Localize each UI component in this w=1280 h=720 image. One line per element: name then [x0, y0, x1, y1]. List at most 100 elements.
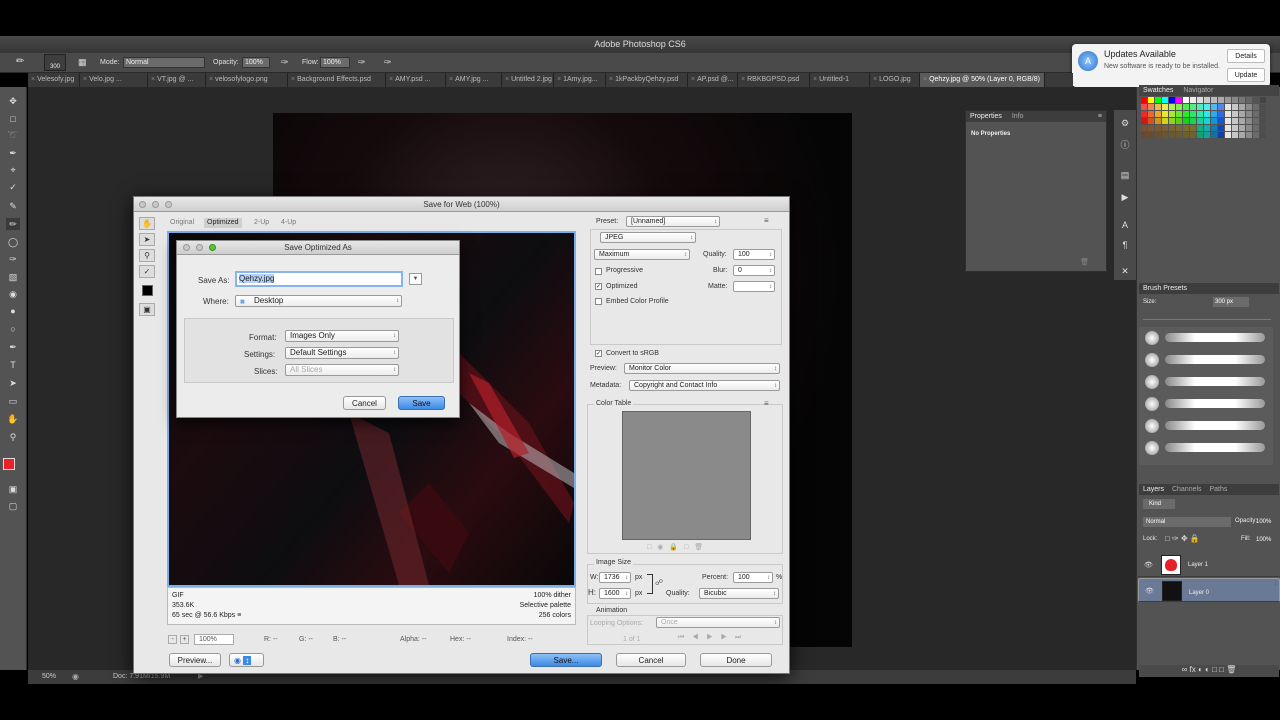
- mode-select[interactable]: Normal: [123, 57, 205, 68]
- color-table[interactable]: [622, 411, 751, 540]
- color-swatch[interactable]: [1218, 125, 1224, 131]
- color-swatch[interactable]: [1253, 118, 1259, 124]
- color-swatch[interactable]: [1169, 118, 1175, 124]
- color-swatch[interactable]: [1176, 97, 1182, 103]
- brush-tool-icon-active[interactable]: ✏: [6, 218, 20, 230]
- flow-input[interactable]: 100%: [320, 57, 350, 68]
- document-tab[interactable]: × Untitled 2.jpg: [502, 73, 554, 87]
- quick-mask-icon[interactable]: ▣: [6, 483, 20, 495]
- color-swatch[interactable]: [1211, 104, 1217, 110]
- color-swatch[interactable]: [1260, 104, 1266, 110]
- expand-dialog-chevron-icon[interactable]: ▼: [409, 273, 422, 285]
- embed-profile-checkbox[interactable]: [595, 298, 602, 305]
- color-swatch[interactable]: [1232, 118, 1238, 124]
- color-swatch[interactable]: [1190, 125, 1196, 131]
- color-swatch[interactable]: [1218, 97, 1224, 103]
- color-swatch[interactable]: [1176, 125, 1182, 131]
- quality-input[interactable]: 100: [733, 249, 775, 260]
- color-swatch[interactable]: [1246, 132, 1252, 138]
- color-swatch[interactable]: [1162, 132, 1168, 138]
- status-icon[interactable]: ◉: [72, 672, 79, 681]
- color-swatch[interactable]: [1169, 132, 1175, 138]
- link-icon[interactable]: ☍: [655, 578, 663, 587]
- brush-size-input[interactable]: 300 px: [1213, 297, 1249, 307]
- document-tab[interactable]: × Background Effects.psd: [288, 73, 386, 87]
- update-button[interactable]: Update: [1227, 68, 1265, 82]
- color-swatch[interactable]: [1232, 132, 1238, 138]
- brush-preset-item[interactable]: [1139, 349, 1273, 371]
- zoom-tool-icon[interactable]: ⚲: [6, 431, 20, 443]
- layer-row[interactable]: 👁 Layer 1: [1138, 553, 1280, 577]
- color-swatch[interactable]: [1204, 111, 1210, 117]
- hand-tool-icon[interactable]: ✋: [6, 413, 20, 425]
- color-swatch[interactable]: [1176, 104, 1182, 110]
- details-button[interactable]: Details: [1227, 49, 1265, 63]
- close-tab-icon[interactable]: ×: [151, 76, 155, 83]
- document-tab[interactable]: × Velesofy.jpg: [28, 73, 80, 87]
- color-swatch[interactable]: [1176, 132, 1182, 138]
- color-swatch[interactable]: [1204, 104, 1210, 110]
- optimized-checkbox[interactable]: ✓: [595, 283, 602, 290]
- color-swatch[interactable]: [1204, 97, 1210, 103]
- visibility-eye-icon[interactable]: 👁: [1145, 587, 1154, 597]
- color-swatch[interactable]: [1211, 111, 1217, 117]
- history-brush-tool-icon[interactable]: ✑: [6, 253, 20, 265]
- color-swatch[interactable]: [1253, 111, 1259, 117]
- color-swatch[interactable]: [1239, 125, 1245, 131]
- tab-channels[interactable]: Channels: [1172, 486, 1202, 493]
- color-swatch[interactable]: [1232, 104, 1238, 110]
- color-swatch[interactable]: [1225, 132, 1231, 138]
- character-icon[interactable]: A: [1119, 220, 1131, 232]
- eyedropper-tool-icon[interactable]: ✓: [139, 265, 155, 278]
- color-swatch[interactable]: [1155, 111, 1161, 117]
- color-swatch[interactable]: [1218, 104, 1224, 110]
- color-swatch[interactable]: [1204, 132, 1210, 138]
- color-swatch[interactable]: [1141, 111, 1147, 117]
- done-button[interactable]: Done: [700, 653, 772, 667]
- document-tab[interactable]: × Velo.jpg ...: [80, 73, 148, 87]
- layer-name[interactable]: Layer 0: [1189, 588, 1209, 598]
- color-swatch[interactable]: [1169, 104, 1175, 110]
- save-button[interactable]: Save...: [530, 653, 602, 667]
- history-icon[interactable]: ▤: [1119, 170, 1131, 182]
- cancel-button[interactable]: Cancel: [616, 653, 686, 667]
- pen-tool-icon[interactable]: ✒: [6, 341, 20, 353]
- color-swatch[interactable]: [1169, 125, 1175, 131]
- brush-preset-item[interactable]: [1139, 327, 1273, 349]
- marquee-tool-icon[interactable]: □: [6, 113, 20, 125]
- color-swatch[interactable]: [1232, 111, 1238, 117]
- color-swatch[interactable]: [1253, 97, 1259, 103]
- tab-info[interactable]: Info: [1012, 113, 1024, 120]
- document-tab[interactable]: × Qehzy.jpg @ 50% (Layer 0, RGB/8): [920, 73, 1045, 87]
- color-swatch[interactable]: [1260, 118, 1266, 124]
- screen-mode-icon[interactable]: ▢: [6, 500, 20, 512]
- color-swatch[interactable]: [1232, 125, 1238, 131]
- color-swatch[interactable]: [1239, 111, 1245, 117]
- color-swatch[interactable]: [1148, 132, 1154, 138]
- color-swatch[interactable]: [1260, 132, 1266, 138]
- color-swatch[interactable]: [1155, 118, 1161, 124]
- type-tool-icon[interactable]: T: [6, 359, 20, 371]
- color-swatch[interactable]: [1162, 97, 1168, 103]
- swatches-grid[interactable]: [1141, 97, 1271, 159]
- animation-controls[interactable]: ⏮◀▶▶⏭: [678, 634, 749, 642]
- hand-tool-icon[interactable]: ✋: [139, 217, 155, 230]
- color-swatch[interactable]: [1197, 104, 1203, 110]
- color-swatch[interactable]: [1148, 97, 1154, 103]
- paint-bucket-tool-icon[interactable]: ◉: [6, 288, 20, 300]
- matte-select[interactable]: [733, 281, 775, 292]
- color-swatch[interactable]: [1176, 111, 1182, 117]
- color-swatch[interactable]: [1183, 118, 1189, 124]
- panel-menu-icon[interactable]: ≡: [1098, 111, 1102, 122]
- layer-name[interactable]: Layer 1: [1188, 562, 1208, 568]
- color-swatch[interactable]: [1225, 125, 1231, 131]
- color-swatch[interactable]: [1162, 125, 1168, 131]
- layer-blend-mode[interactable]: Normal: [1143, 517, 1231, 527]
- height-input[interactable]: 1600: [599, 588, 631, 599]
- fill-input[interactable]: 100%: [1256, 535, 1274, 545]
- percent-input[interactable]: 100: [733, 572, 773, 583]
- color-swatch[interactable]: [1246, 97, 1252, 103]
- document-tab[interactable]: × 1kPackbyQehzy.psd: [606, 73, 688, 87]
- tab-4up[interactable]: 4-Up: [278, 218, 299, 228]
- sheet-save-button[interactable]: Save: [398, 396, 445, 410]
